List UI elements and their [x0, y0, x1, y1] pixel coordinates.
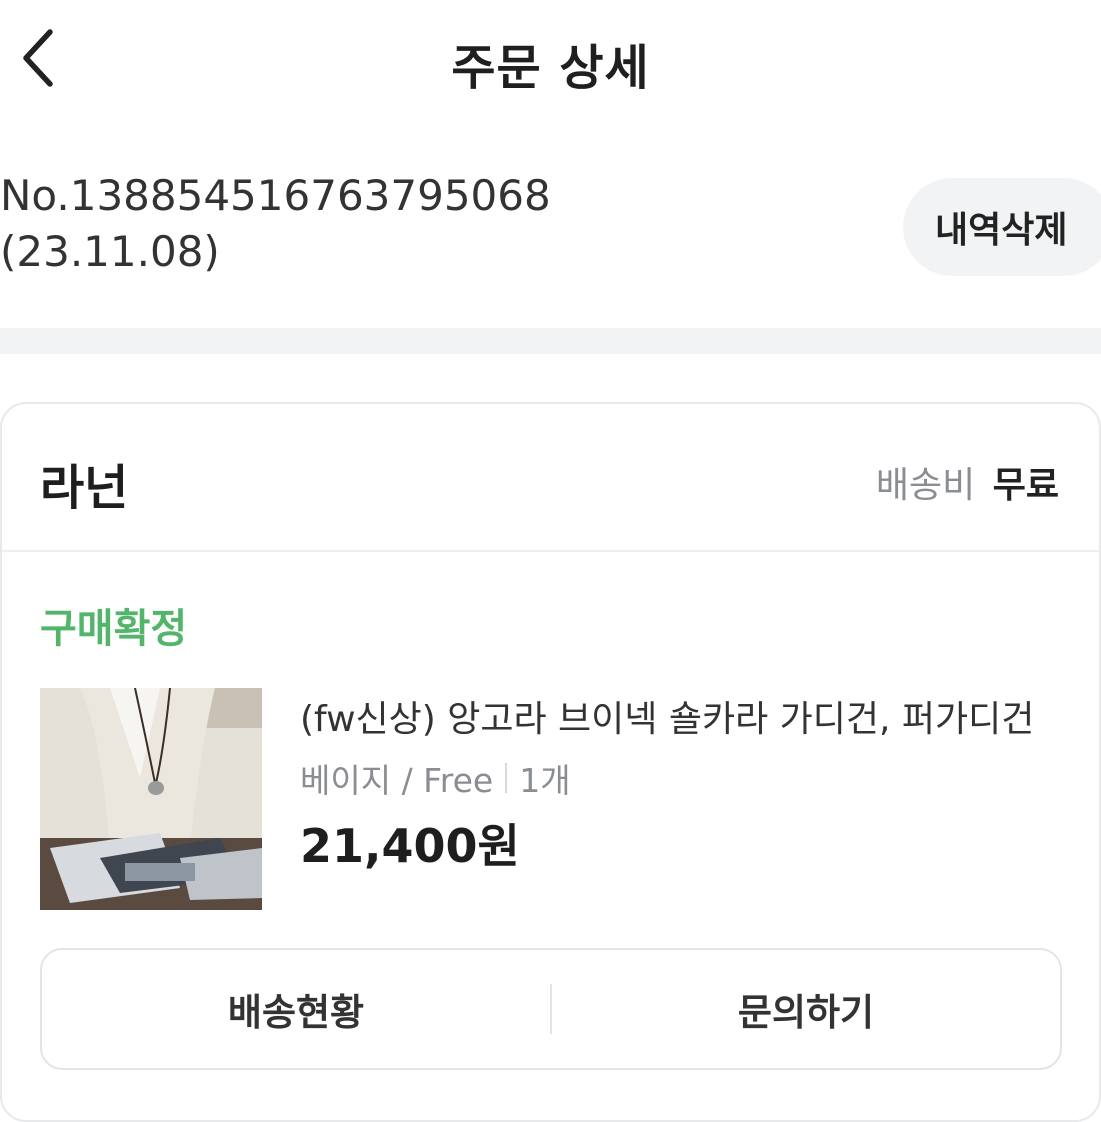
option-separator — [505, 763, 508, 793]
shipping-fee-label: 배송비 — [875, 465, 976, 506]
section-divider — [0, 328, 1101, 354]
app-header: 주문 상세 — [0, 0, 1101, 118]
seller-name[interactable]: 라넌 — [40, 448, 128, 518]
order-card: 라넌 배송비 무료 구매확정 (fw신상) 앙고라 브이넥 숄카라 가디건, 퍼… — [0, 402, 1101, 1122]
seller-row: 라넌 배송비 무료 — [2, 404, 1099, 552]
inquiry-button[interactable]: 문의하기 — [552, 982, 1060, 1036]
order-number: No.13885451676379506​8 — [0, 171, 551, 220]
page-title: 주문 상세 — [451, 40, 650, 96]
product-option-text: 베이지 / Free — [300, 761, 494, 800]
order-info: No.13885451676379506​8 (23.11.08) — [0, 168, 551, 280]
delete-history-button[interactable]: 내역삭제 — [903, 178, 1101, 276]
product-image — [40, 688, 262, 910]
order-status: 구매확정 — [40, 606, 188, 652]
delivery-status-button[interactable]: 배송현황 — [42, 982, 550, 1036]
product-name[interactable]: (fw신상) 앙고라 브이넥 숄카라 가디건, 퍼가디건 — [300, 690, 1034, 742]
product-price: 21,400원 — [300, 819, 520, 873]
action-buttons: 배송현황 문의하기 — [40, 948, 1062, 1070]
shipping-fee-value: 무료 — [992, 465, 1059, 506]
product-option: 베이지 / Free 1개 — [300, 754, 571, 802]
product-thumbnail[interactable] — [40, 688, 262, 910]
product-quantity: 1개 — [519, 761, 571, 800]
order-date: (23.11.08) — [0, 227, 220, 276]
shipping-fee: 배송비 무료 — [876, 456, 1059, 508]
